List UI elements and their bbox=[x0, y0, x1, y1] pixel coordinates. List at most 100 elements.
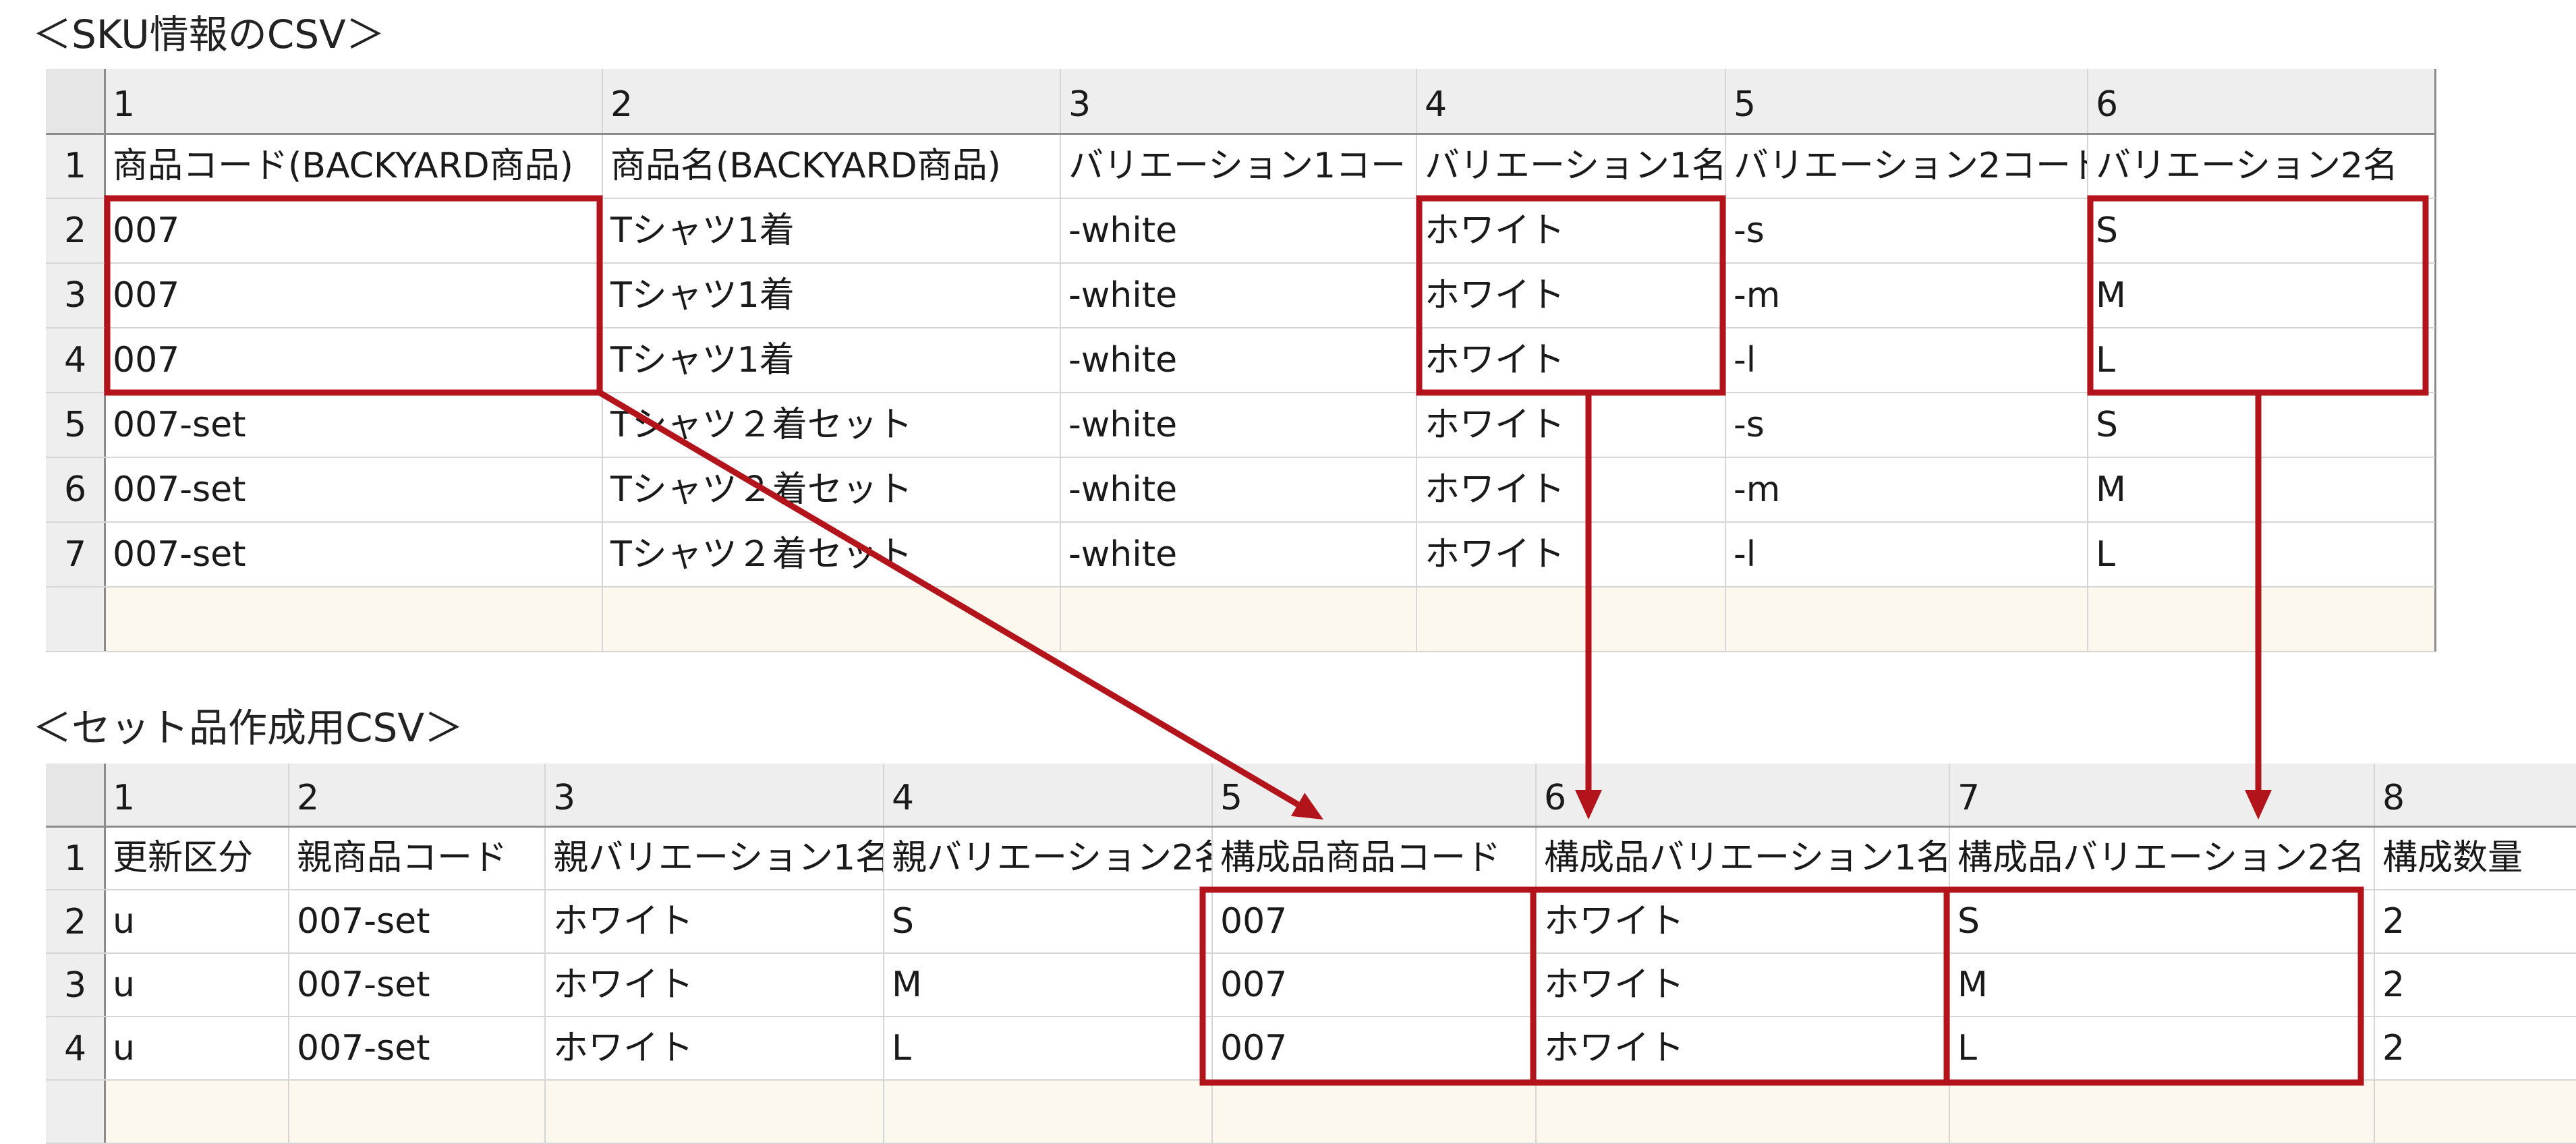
set-data-cell[interactable]: ホワイト bbox=[1536, 890, 1949, 953]
sku-data-cell[interactable]: Tシャツ1着 bbox=[602, 328, 1060, 393]
set-column-number[interactable]: 7 bbox=[1949, 764, 2374, 826]
set-data-cell[interactable]: S bbox=[1949, 890, 2374, 953]
sku-header-cell[interactable]: バリエーション2コード bbox=[1725, 134, 2088, 198]
sku-empty-cell[interactable] bbox=[1725, 587, 2088, 652]
set-header-cell[interactable]: 更新区分 bbox=[105, 826, 289, 890]
set-data-cell[interactable]: S bbox=[884, 890, 1212, 953]
set-data-cell[interactable]: ホワイト bbox=[545, 1017, 884, 1080]
sku-data-cell[interactable]: L bbox=[2088, 328, 2435, 393]
set-header-cell[interactable]: 親バリエーション1名 bbox=[545, 826, 884, 890]
set-data-cell[interactable]: 2 bbox=[2374, 890, 2576, 953]
set-data-cell[interactable]: L bbox=[884, 1017, 1212, 1080]
set-column-number[interactable]: 2 bbox=[289, 764, 545, 826]
sku-column-number[interactable]: 6 bbox=[2088, 69, 2435, 134]
set-data-cell[interactable]: M bbox=[1949, 953, 2374, 1017]
sku-data-cell[interactable]: ホワイト bbox=[1416, 457, 1725, 522]
sku-column-number[interactable]: 3 bbox=[1060, 69, 1416, 134]
sku-header-cell[interactable]: 商品名(BACKYARD商品) bbox=[602, 134, 1060, 198]
sku-data-cell[interactable]: -m bbox=[1725, 263, 2088, 328]
set-data-cell[interactable]: u bbox=[105, 1017, 289, 1080]
sku-data-cell[interactable]: -l bbox=[1725, 522, 2088, 587]
sku-data-cell[interactable]: ホワイト bbox=[1416, 263, 1725, 328]
sku-row-number[interactable]: 3 bbox=[46, 263, 105, 328]
sku-empty-cell[interactable] bbox=[602, 587, 1060, 652]
sku-data-cell[interactable]: L bbox=[2088, 522, 2435, 587]
sku-row-number[interactable]: 7 bbox=[46, 522, 105, 587]
set-header-cell[interactable]: 構成品バリエーション2名 bbox=[1949, 826, 2374, 890]
set-header-cell[interactable]: 構成品商品コード bbox=[1212, 826, 1536, 890]
sku-data-cell[interactable]: -white bbox=[1060, 198, 1416, 263]
sku-row-number[interactable]: 2 bbox=[46, 198, 105, 263]
sku-data-cell[interactable]: -m bbox=[1725, 457, 2088, 522]
sku-row-number[interactable]: 5 bbox=[46, 393, 105, 457]
set-data-cell[interactable]: 007-set bbox=[289, 890, 545, 953]
sku-data-cell[interactable]: -white bbox=[1060, 522, 1416, 587]
set-column-number[interactable]: 5 bbox=[1212, 764, 1536, 826]
set-column-number[interactable]: 6 bbox=[1536, 764, 1949, 826]
sku-column-number[interactable]: 2 bbox=[602, 69, 1060, 134]
set-row-number[interactable]: 4 bbox=[46, 1017, 105, 1080]
sku-data-cell[interactable]: Tシャツ２着セット bbox=[602, 522, 1060, 587]
sku-data-cell[interactable]: ホワイト bbox=[1416, 393, 1725, 457]
set-header-cell[interactable]: 構成品バリエーション1名 bbox=[1536, 826, 1949, 890]
sku-data-cell[interactable]: Tシャツ1着 bbox=[602, 198, 1060, 263]
sku-data-cell[interactable]: ホワイト bbox=[1416, 522, 1725, 587]
sku-row-number[interactable]: 4 bbox=[46, 328, 105, 393]
sku-column-number[interactable]: 1 bbox=[105, 69, 602, 134]
set-column-number[interactable]: 8 bbox=[2374, 764, 2576, 826]
sku-row-number[interactable]: 6 bbox=[46, 457, 105, 522]
set-data-cell[interactable]: 007 bbox=[1212, 1017, 1536, 1080]
sku-data-cell[interactable]: 007 bbox=[105, 328, 602, 393]
sku-data-cell[interactable]: 007 bbox=[105, 198, 602, 263]
sku-data-cell[interactable]: 007-set bbox=[105, 522, 602, 587]
sku-row-number[interactable]: 1 bbox=[46, 134, 105, 198]
set-row-number[interactable]: 3 bbox=[46, 953, 105, 1017]
set-empty-cell[interactable] bbox=[1536, 1080, 1949, 1143]
set-data-cell[interactable]: 007 bbox=[1212, 890, 1536, 953]
set-empty-cell[interactable] bbox=[1949, 1080, 2374, 1143]
set-column-number[interactable]: 1 bbox=[105, 764, 289, 826]
sku-data-cell[interactable]: -white bbox=[1060, 328, 1416, 393]
sku-data-cell[interactable]: S bbox=[2088, 393, 2435, 457]
sku-column-number[interactable]: 5 bbox=[1725, 69, 2088, 134]
sku-data-cell[interactable]: M bbox=[2088, 457, 2435, 522]
set-data-cell[interactable]: 007-set bbox=[289, 1017, 545, 1080]
sku-header-cell[interactable]: バリエーション1コード bbox=[1060, 134, 1416, 198]
sku-empty-cell[interactable] bbox=[2088, 587, 2435, 652]
sku-data-cell[interactable]: 007-set bbox=[105, 393, 602, 457]
set-data-cell[interactable]: u bbox=[105, 953, 289, 1017]
sku-data-cell[interactable]: S bbox=[2088, 198, 2435, 263]
set-empty-cell[interactable] bbox=[884, 1080, 1212, 1143]
sku-empty-cell[interactable] bbox=[105, 587, 602, 652]
sku-data-cell[interactable]: Tシャツ２着セット bbox=[602, 393, 1060, 457]
set-data-cell[interactable]: 2 bbox=[2374, 1017, 2576, 1080]
sku-data-cell[interactable]: ホワイト bbox=[1416, 198, 1725, 263]
set-data-cell[interactable]: ホワイト bbox=[1536, 1017, 1949, 1080]
set-empty-cell[interactable] bbox=[289, 1080, 545, 1143]
set-empty-cell[interactable] bbox=[1212, 1080, 1536, 1143]
set-data-cell[interactable]: 2 bbox=[2374, 953, 2576, 1017]
sku-empty-cell[interactable] bbox=[1060, 587, 1416, 652]
sku-data-cell[interactable]: -s bbox=[1725, 198, 2088, 263]
set-header-cell[interactable]: 構成数量 bbox=[2374, 826, 2576, 890]
sku-data-cell[interactable]: Tシャツ1着 bbox=[602, 263, 1060, 328]
set-data-cell[interactable]: M bbox=[884, 953, 1212, 1017]
sku-header-cell[interactable]: バリエーション2名 bbox=[2088, 134, 2435, 198]
sku-data-cell[interactable]: -white bbox=[1060, 457, 1416, 522]
set-data-cell[interactable]: L bbox=[1949, 1017, 2374, 1080]
set-header-cell[interactable]: 親バリエーション2名 bbox=[884, 826, 1212, 890]
sku-empty-cell[interactable] bbox=[1416, 587, 1725, 652]
sku-header-cell[interactable]: 商品コード(BACKYARD商品) bbox=[105, 134, 602, 198]
set-row-number[interactable]: 1 bbox=[46, 826, 105, 890]
sku-data-cell[interactable]: -l bbox=[1725, 328, 2088, 393]
sku-data-cell[interactable]: -s bbox=[1725, 393, 2088, 457]
set-header-cell[interactable]: 親商品コード bbox=[289, 826, 545, 890]
set-data-cell[interactable]: ホワイト bbox=[1536, 953, 1949, 1017]
set-row-number[interactable]: 2 bbox=[46, 890, 105, 953]
sku-data-cell[interactable]: -white bbox=[1060, 263, 1416, 328]
set-column-number[interactable]: 3 bbox=[545, 764, 884, 826]
sku-data-cell[interactable]: Tシャツ２着セット bbox=[602, 457, 1060, 522]
set-data-cell[interactable]: 007-set bbox=[289, 953, 545, 1017]
sku-data-cell[interactable]: -white bbox=[1060, 393, 1416, 457]
set-data-cell[interactable]: ホワイト bbox=[545, 953, 884, 1017]
